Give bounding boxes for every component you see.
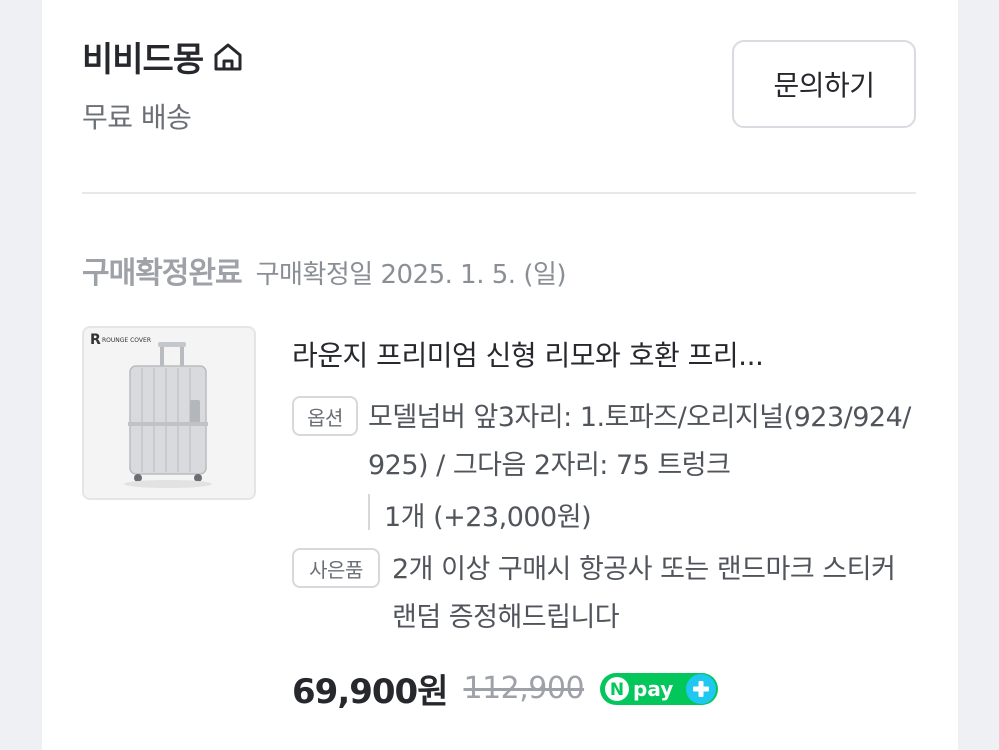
- order-status-row: 구매확정완료 구매확정일 2025. 1. 5. (일): [82, 248, 567, 292]
- option-tag: 옵션: [292, 396, 358, 436]
- product-title[interactable]: 라운지 프리미엄 신형 리모와 호환 프리...: [292, 334, 918, 374]
- store-name[interactable]: 비비드몽: [82, 32, 204, 81]
- inquiry-button[interactable]: 문의하기: [732, 40, 916, 128]
- option-divider: [368, 494, 370, 530]
- divider: [82, 192, 916, 194]
- sale-price: 69,900원: [292, 672, 448, 712]
- thumbnail-brand: ROUNGE COVER: [102, 337, 151, 344]
- svg-text:N: N: [610, 680, 624, 700]
- store-header[interactable]: 비비드몽: [82, 32, 245, 81]
- original-price: 112,900: [463, 671, 585, 706]
- gift-tag: 사은품: [292, 548, 380, 588]
- shipping-info: 무료 배송: [82, 101, 192, 134]
- npay-plus-icon: N pay: [600, 672, 720, 706]
- svg-text:R: R: [90, 332, 101, 348]
- order-card: 비비드몽 무료 배송 문의하기 구매확정완료 구매확정일 2025. 1. 5.…: [42, 0, 958, 750]
- option-quantity: 1개 (+23,000원): [384, 502, 592, 533]
- price-row: 69,900원 112,900 N pay: [292, 664, 720, 713]
- confirm-date: 구매확정일 2025. 1. 5. (일): [255, 260, 567, 290]
- npay-label: pay: [633, 677, 673, 701]
- option-text: 모델넘버 앞3자리: 1.토파즈/오리지널(923/924/925) / 그다음…: [368, 402, 911, 481]
- home-icon[interactable]: [211, 40, 245, 74]
- gift-text: 2개 이상 구매시 항공사 또는 랜드마크 스티커 랜덤 증정해드립니다: [392, 554, 896, 633]
- order-status: 구매확정완료: [82, 256, 243, 291]
- product-thumbnail[interactable]: R ROUNGE COVER: [82, 326, 256, 500]
